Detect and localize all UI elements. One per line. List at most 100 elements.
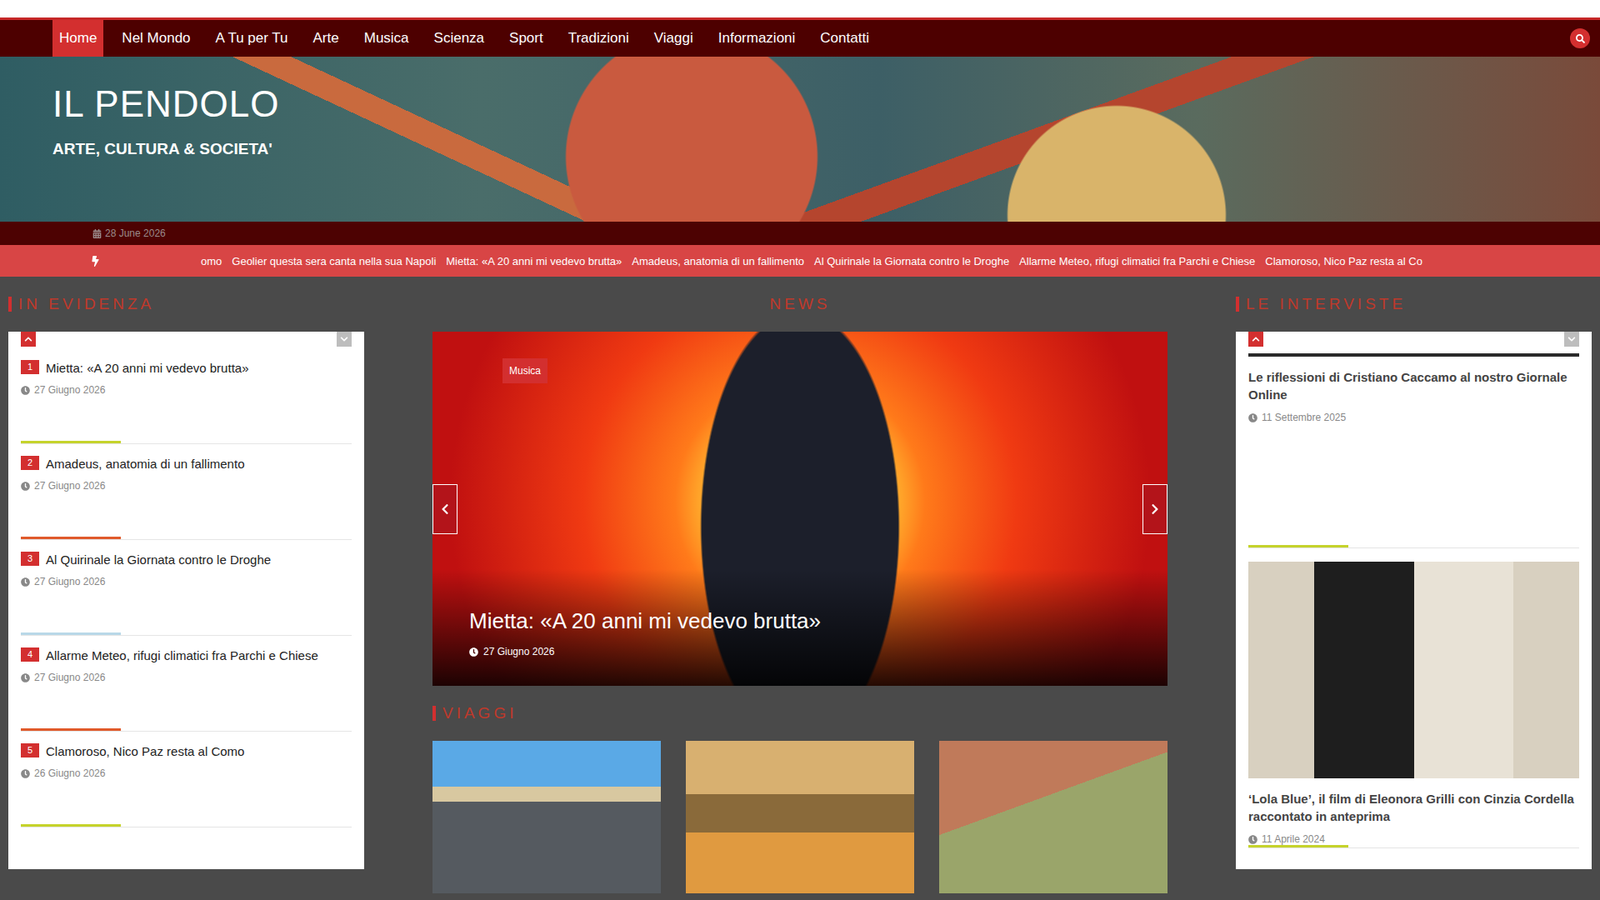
section-heading: NEWS <box>432 276 1168 332</box>
nav-item[interactable]: Home <box>52 20 104 57</box>
item-title[interactable]: Clamoroso, Nico Paz resta al Como <box>45 743 245 760</box>
chevron-left-icon <box>439 503 451 515</box>
in-evidenza-panel: 1Mietta: «A 20 anni mi vedevo brutta» 27 … <box>8 331 365 870</box>
intervista-date: 11 Settembre 2025 <box>1248 411 1580 424</box>
chevron-up-icon <box>1251 335 1260 344</box>
chevron-down-icon <box>340 335 349 344</box>
nav-item[interactable]: Arte <box>306 20 346 57</box>
separator-rule <box>20 826 352 828</box>
evidenza-item: 5Clamoroso, Nico Paz resta al Como26 Giu… <box>20 731 352 828</box>
nav-item[interactable]: Tradizioni <box>561 20 636 57</box>
ticker-track: omo Geolier questa sera canta nella sua N… <box>200 255 1423 268</box>
item-title[interactable]: Mietta: «A 20 anni mi vedevo brutta» <box>45 360 249 376</box>
evidenza-item: 2Amadeus, anatomia di un fallimento27 Gi… <box>20 444 352 540</box>
chevron-down-icon <box>1567 335 1576 344</box>
main-nav: Home Nel Mondo A Tu per Tu Arte Musica Scienz… <box>0 20 1600 57</box>
item-title-row: 2 Amadeus, anatomia di un fallimento <box>20 455 352 472</box>
viaggi-photo[interactable] <box>432 740 661 894</box>
intervista-photo[interactable] <box>1248 561 1580 779</box>
item-separator <box>1248 545 1580 549</box>
separator-rule <box>1248 547 1580 549</box>
item-date: 27 Giugno 2026 <box>20 384 352 396</box>
ticker-item[interactable]: omo <box>200 255 222 268</box>
item-title-row: 4 Allarme Meteo, rifugi climatici fra Par… <box>20 647 352 664</box>
news-column: NEWS Musica Mietta: «A 20 anni mi vedevo b… <box>432 276 1168 894</box>
nav-list: Home Nel Mondo A Tu per Tu Arte Musica Scienz… <box>52 20 1570 57</box>
ticker-item[interactable]: Amadeus, anatomia di un fallimento <box>631 255 805 268</box>
bolt-icon <box>90 255 101 267</box>
separator-rule <box>20 539 352 540</box>
evidenza-item: 1Mietta: «A 20 anni mi vedevo brutta» 27 … <box>20 348 352 445</box>
scroll-down-button[interactable] <box>336 331 352 347</box>
rank-badge: 2 <box>20 455 40 470</box>
panel-controls <box>1248 331 1580 349</box>
nav-item[interactable]: Musica <box>357 20 416 57</box>
scroll-down-button[interactable] <box>1564 331 1580 347</box>
chevron-up-icon <box>24 335 33 344</box>
site-banner: IL PENDOLOARTE, CULTURA & SOCIETA' <box>0 56 1600 222</box>
category-badge[interactable]: Musica <box>502 358 548 384</box>
slider-prev-button[interactable] <box>432 484 458 535</box>
evidenza-item: 3 Al Quirinale la Giornata contro le Drog… <box>20 540 352 636</box>
slide-date: 27 Giugno 2026 <box>469 645 1131 658</box>
item-title[interactable]: Allarme Meteo, rifugi climatici fra Parc… <box>45 647 319 664</box>
item-title[interactable]: Al Quirinale la Giornata contro le Drogh… <box>45 551 271 568</box>
item-date: 27 Giugno 2026 <box>20 575 352 588</box>
site-tagline: ARTE, CULTURA & SOCIETA' <box>52 140 1548 159</box>
item-separator <box>20 632 352 636</box>
item-separator <box>20 536 352 540</box>
clock-icon <box>20 673 30 683</box>
ticker-item[interactable]: Mietta: «A 20 anni mi vedevo brutta» <box>445 255 622 268</box>
clock-icon <box>20 577 30 587</box>
viaggi-photo[interactable] <box>685 740 915 894</box>
ticker-item[interactable]: Clamoroso, Nico Paz resta al Co <box>1265 255 1423 268</box>
nav-item[interactable]: Viaggi <box>647 20 700 57</box>
viaggi-photo[interactable] <box>939 740 1168 894</box>
rank-badge: 3 <box>20 551 40 566</box>
ticker-item[interactable]: Al Quirinale la Giornata contro le Drogh… <box>814 255 1010 268</box>
rank-badge: 4 <box>20 647 40 662</box>
intervista-title[interactable]: Le riflessioni di Cristiano Caccamo al n… <box>1248 368 1580 404</box>
separator-rule <box>20 730 352 732</box>
separator-rule <box>1248 847 1580 849</box>
separator-rule <box>20 635 352 636</box>
news-slider: Musica Mietta: «A 20 anni mi vedevo brutt… <box>432 331 1168 686</box>
slider-next-button[interactable] <box>1142 484 1168 535</box>
item-separator <box>20 824 352 828</box>
intervista-title[interactable]: ‘Lola Blue’, il film di Eleonora Grilli … <box>1248 790 1580 825</box>
nav-item[interactable]: Scienza <box>427 20 491 57</box>
item-separator <box>20 440 352 445</box>
rank-badge: 5 <box>20 743 40 758</box>
heading-bar <box>1235 296 1240 312</box>
item-title-row: 3 Al Quirinale la Giornata contro le Drog… <box>20 551 352 568</box>
intervista-photo[interactable] <box>1248 353 1580 357</box>
clock-icon <box>1248 835 1258 845</box>
scroll-up-button[interactable] <box>1248 331 1264 347</box>
item-separator <box>1248 845 1580 849</box>
item-title[interactable]: Amadeus, anatomia di un fallimento <box>45 455 245 472</box>
interviste-column: LE INTERVISTELe riflessioni di Cristiano… <box>1235 276 1592 894</box>
calendar-icon <box>92 229 102 239</box>
slide-title[interactable]: Mietta: «A 20 anni mi vedevo brutta» <box>469 607 1131 635</box>
evidenza-item: 4 Allarme Meteo, rifugi climatici fra Par… <box>20 635 352 732</box>
clock-icon <box>20 385 30 395</box>
section-heading: IN EVIDENZA <box>8 276 365 332</box>
heading-bar <box>432 705 436 721</box>
nav-item[interactable]: Nel Mondo <box>115 20 197 57</box>
item-date: 27 Giugno 2026 <box>20 671 352 684</box>
item-title-row: 1Mietta: «A 20 anni mi vedevo brutta» <box>20 360 352 376</box>
nav-item[interactable]: Sport <box>502 20 550 57</box>
nav-item[interactable]: Contatti <box>813 20 876 57</box>
nav-item[interactable]: Informazioni <box>711 20 803 57</box>
ticker-item[interactable]: Geolier questa sera canta nella sua Napo… <box>231 255 436 268</box>
scroll-up-button[interactable] <box>20 331 36 347</box>
search-button[interactable] <box>1570 28 1590 49</box>
ticker-item[interactable]: Allarme Meteo, rifugi climatici fra Parc… <box>1019 255 1255 268</box>
item-separator <box>20 728 352 732</box>
nav-item[interactable]: A Tu per Tu <box>209 20 295 57</box>
clock-icon <box>20 769 30 779</box>
intervista-item: Le riflessioni di Cristiano Caccamo al n… <box>1248 348 1580 549</box>
intervista-date: 11 Aprile 2024 <box>1248 833 1580 845</box>
clock-icon <box>469 647 479 657</box>
clock-icon <box>1248 413 1258 423</box>
